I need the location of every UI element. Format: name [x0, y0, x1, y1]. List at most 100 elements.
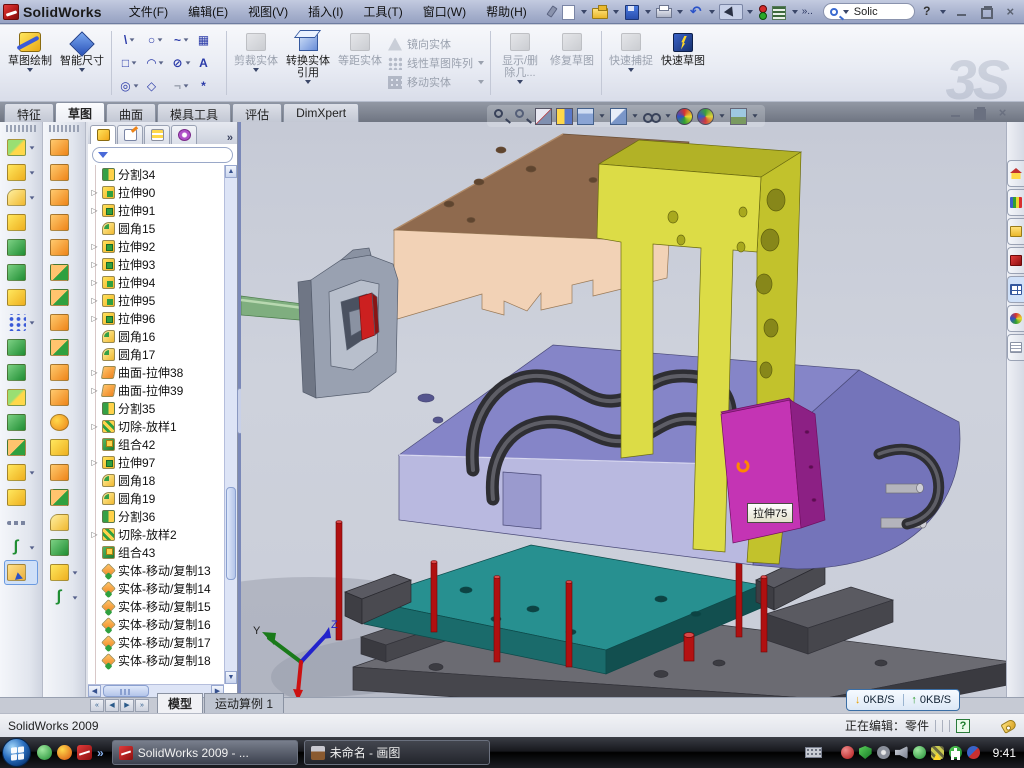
- chevron-down-icon[interactable]: [29, 146, 34, 149]
- commandmanager-tab[interactable]: 模具工具: [157, 103, 231, 122]
- tab-configurationmanager[interactable]: [144, 125, 170, 144]
- toolbar-button[interactable]: [43, 260, 85, 285]
- toolbar-button[interactable]: [0, 385, 42, 410]
- toolbar-button[interactable]: [0, 310, 42, 335]
- toolbar-button[interactable]: [0, 185, 42, 210]
- expand-arrow-icon[interactable]: ▷: [90, 296, 99, 305]
- document-tab[interactable]: 运动算例 1: [204, 693, 284, 713]
- messenger-icon[interactable]: [37, 745, 52, 760]
- tab-toolbox[interactable]: [1007, 247, 1024, 274]
- undo-button[interactable]: [687, 4, 705, 20]
- select-tool-button[interactable]: [719, 4, 743, 20]
- feature-tree-item[interactable]: ▷ 分割35: [90, 399, 224, 417]
- sketch-entity-button[interactable]: ◎: [117, 75, 143, 98]
- sketch-entity-button[interactable]: ⊘: [169, 52, 195, 75]
- doc-close-button[interactable]: [994, 106, 1011, 120]
- feature-tree-item[interactable]: ▷ 实体-移动/复制15: [90, 597, 224, 615]
- chevron-down-icon[interactable]: [599, 114, 604, 117]
- feature-tree-item[interactable]: ▷ 圆角18: [90, 471, 224, 489]
- sketch-entity-button[interactable]: ◇: [143, 75, 169, 98]
- scrollbar-thumb[interactable]: [226, 487, 236, 580]
- close-button[interactable]: [1002, 5, 1019, 19]
- feature-tree-item[interactable]: ▷ 实体-移动/复制14: [90, 579, 224, 597]
- scrollbar-thumb[interactable]: [103, 685, 149, 697]
- feature-tree-item[interactable]: ▷ 拉伸95: [90, 291, 224, 309]
- trim-entities-button[interactable]: 剪裁实体: [231, 27, 281, 99]
- sketch-draw-button[interactable]: 草图绘制: [5, 27, 55, 99]
- chevron-down-icon[interactable]: [792, 10, 798, 14]
- toolbar-overflow-icon[interactable]: [802, 4, 820, 20]
- feature-tree-item[interactable]: ▷ 拉伸91: [90, 201, 224, 219]
- expand-arrow-icon[interactable]: ▷: [90, 368, 99, 377]
- chevron-down-icon[interactable]: [132, 61, 137, 64]
- chevron-down-icon[interactable]: [133, 84, 138, 87]
- print-button[interactable]: [655, 4, 673, 20]
- options-list-button[interactable]: [770, 4, 788, 20]
- feature-tree-item[interactable]: ▷ 圆角17: [90, 345, 224, 363]
- quick-tips-icon[interactable]: [956, 719, 970, 733]
- panel-overflow-icon[interactable]: [227, 132, 233, 144]
- toolbar-button[interactable]: [0, 135, 42, 160]
- toolbar-drag-handle[interactable]: [6, 125, 36, 132]
- feature-tree-item[interactable]: ▷ 实体-移动/复制16: [90, 615, 224, 633]
- tab-solidworks-resources[interactable]: [1007, 160, 1024, 187]
- tab-propertymanager[interactable]: [117, 125, 143, 144]
- toolbar-button[interactable]: [43, 485, 85, 510]
- sketch-entity-button[interactable]: ~: [169, 29, 195, 52]
- chevron-down-icon[interactable]: [184, 84, 189, 87]
- doc-minimize-button[interactable]: [948, 106, 965, 120]
- first-tab-icon[interactable]: «: [90, 699, 104, 712]
- toolbar-button[interactable]: [43, 285, 85, 310]
- chevron-down-icon[interactable]: [130, 38, 135, 41]
- linear-pattern-button[interactable]: 线性草图阵列: [388, 55, 485, 71]
- toolbar-button[interactable]: [0, 510, 42, 535]
- help-button[interactable]: [918, 4, 936, 20]
- menu-item[interactable]: 工具(T): [354, 0, 411, 23]
- display-style-icon[interactable]: [610, 108, 627, 125]
- toolbar-button[interactable]: [43, 410, 85, 435]
- tree-filter-input[interactable]: [92, 147, 233, 163]
- toolbar-button[interactable]: [0, 485, 42, 510]
- tab-file-explorer[interactable]: [1007, 218, 1024, 245]
- hide-show-items-icon[interactable]: [643, 108, 660, 125]
- sketch-entity-button[interactable]: ◠: [143, 52, 169, 75]
- save-button[interactable]: [623, 4, 641, 20]
- feature-tree-item[interactable]: ▷ 拉伸93: [90, 255, 224, 273]
- tab-custom-properties[interactable]: [1007, 334, 1024, 361]
- sketch-entity-button[interactable]: *: [195, 75, 221, 98]
- chevron-down-icon[interactable]: [158, 38, 163, 41]
- start-button[interactable]: [2, 738, 31, 767]
- toolbar-button[interactable]: [43, 510, 85, 535]
- scroll-down-icon[interactable]: ▼: [225, 671, 237, 684]
- chevron-down-icon[interactable]: [29, 546, 34, 549]
- quick-launch-icon[interactable]: [57, 745, 72, 760]
- pin-icon[interactable]: [546, 4, 556, 20]
- quick-launch-overflow-icon[interactable]: [97, 746, 104, 760]
- feature-tree-item[interactable]: ▷ 分割34: [90, 165, 224, 183]
- sketch-entity-button[interactable]: ▦: [195, 29, 221, 52]
- feature-tree-item[interactable]: ▷ 实体-移动/复制17: [90, 633, 224, 651]
- chevron-down-icon[interactable]: [613, 10, 619, 14]
- toolbar-button[interactable]: [0, 160, 42, 185]
- chevron-down-icon[interactable]: [719, 114, 724, 117]
- toolbar-button[interactable]: [0, 535, 42, 560]
- toolbar-button[interactable]: [43, 585, 85, 610]
- graphics-viewport[interactable]: Y Z X 拉伸75: [241, 122, 1006, 697]
- toolbar-button[interactable]: [0, 360, 42, 385]
- commandmanager-tab[interactable]: 曲面: [106, 103, 156, 122]
- tab-featuremanager[interactable]: [90, 125, 116, 144]
- toolbar-button[interactable]: [0, 435, 42, 460]
- tray-icon[interactable]: [931, 746, 944, 759]
- prev-tab-icon[interactable]: ◀: [105, 699, 119, 712]
- expand-arrow-icon[interactable]: ▷: [90, 260, 99, 269]
- tab-design-library[interactable]: [1007, 189, 1024, 216]
- next-tab-icon[interactable]: ▶: [120, 699, 134, 712]
- tray-icon[interactable]: [895, 746, 908, 759]
- toolbar-button[interactable]: [43, 435, 85, 460]
- feature-tree-item[interactable]: ▷ 拉伸92: [90, 237, 224, 255]
- sketch-entity-button[interactable]: ¬: [169, 75, 195, 98]
- feature-tree-item[interactable]: ▷ 拉伸94: [90, 273, 224, 291]
- chevron-down-icon[interactable]: [677, 10, 683, 14]
- document-tab[interactable]: 模型: [157, 693, 203, 713]
- restore-button[interactable]: [978, 5, 995, 19]
